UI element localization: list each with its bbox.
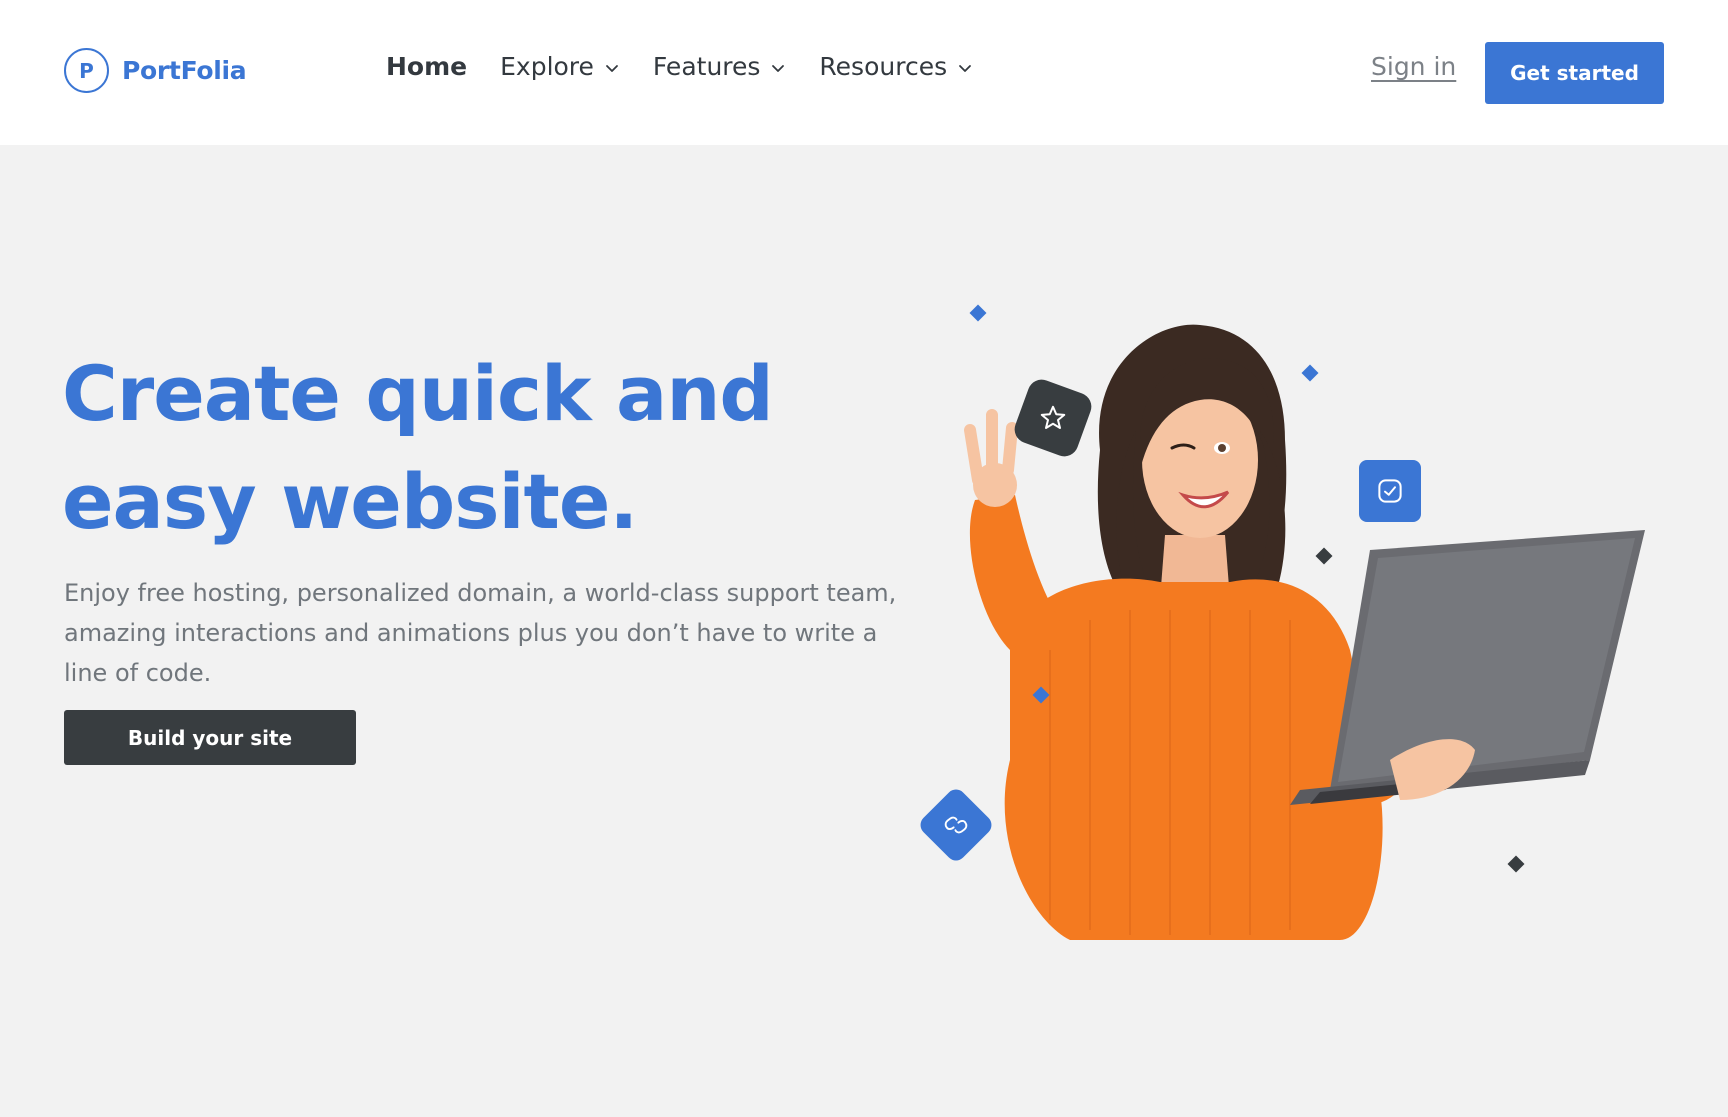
check-badge <box>1359 460 1421 522</box>
chevron-down-icon <box>606 64 618 72</box>
logo[interactable]: P PortFolia <box>64 48 247 93</box>
check-square-icon <box>1378 479 1402 503</box>
chevron-down-icon <box>772 64 785 72</box>
nav-item-features[interactable]: Features <box>653 52 787 81</box>
chevron-down-icon <box>959 64 972 72</box>
decorative-diamond <box>969 304 987 322</box>
hero-subtitle: Enjoy free hosting, personalized domain,… <box>64 579 897 687</box>
hero-title-line: Create quick and <box>62 349 774 438</box>
link-icon <box>944 816 968 834</box>
nav-item-resources[interactable]: Resources <box>819 52 973 81</box>
get-started-button[interactable]: Get started <box>1485 42 1664 104</box>
hero-illustration <box>900 304 1660 940</box>
sign-in-link[interactable]: Sign in <box>1371 52 1456 81</box>
logo-text: PortFolia <box>122 56 247 85</box>
nav-item-label: Features <box>652 52 761 81</box>
main-nav: Home Explore Features Resources <box>386 52 1006 81</box>
nav-item-home[interactable]: Home <box>386 52 467 81</box>
nav-item-label: Explore <box>500 52 594 81</box>
site-header: P PortFolia Home Explore Features Resour… <box>0 0 1728 145</box>
hero-title: Create quick and easy website. <box>62 340 822 556</box>
star-icon <box>1040 405 1066 429</box>
build-your-site-button[interactable]: Build your site <box>64 710 356 765</box>
woman-with-laptop-image <box>964 324 1645 940</box>
logo-mark-icon: P <box>64 48 109 93</box>
nav-item-label: Home <box>386 52 468 81</box>
nav-item-label: Resources <box>819 52 948 81</box>
hero-title-line: easy website. <box>62 457 638 546</box>
nav-item-explore[interactable]: Explore <box>500 52 620 81</box>
